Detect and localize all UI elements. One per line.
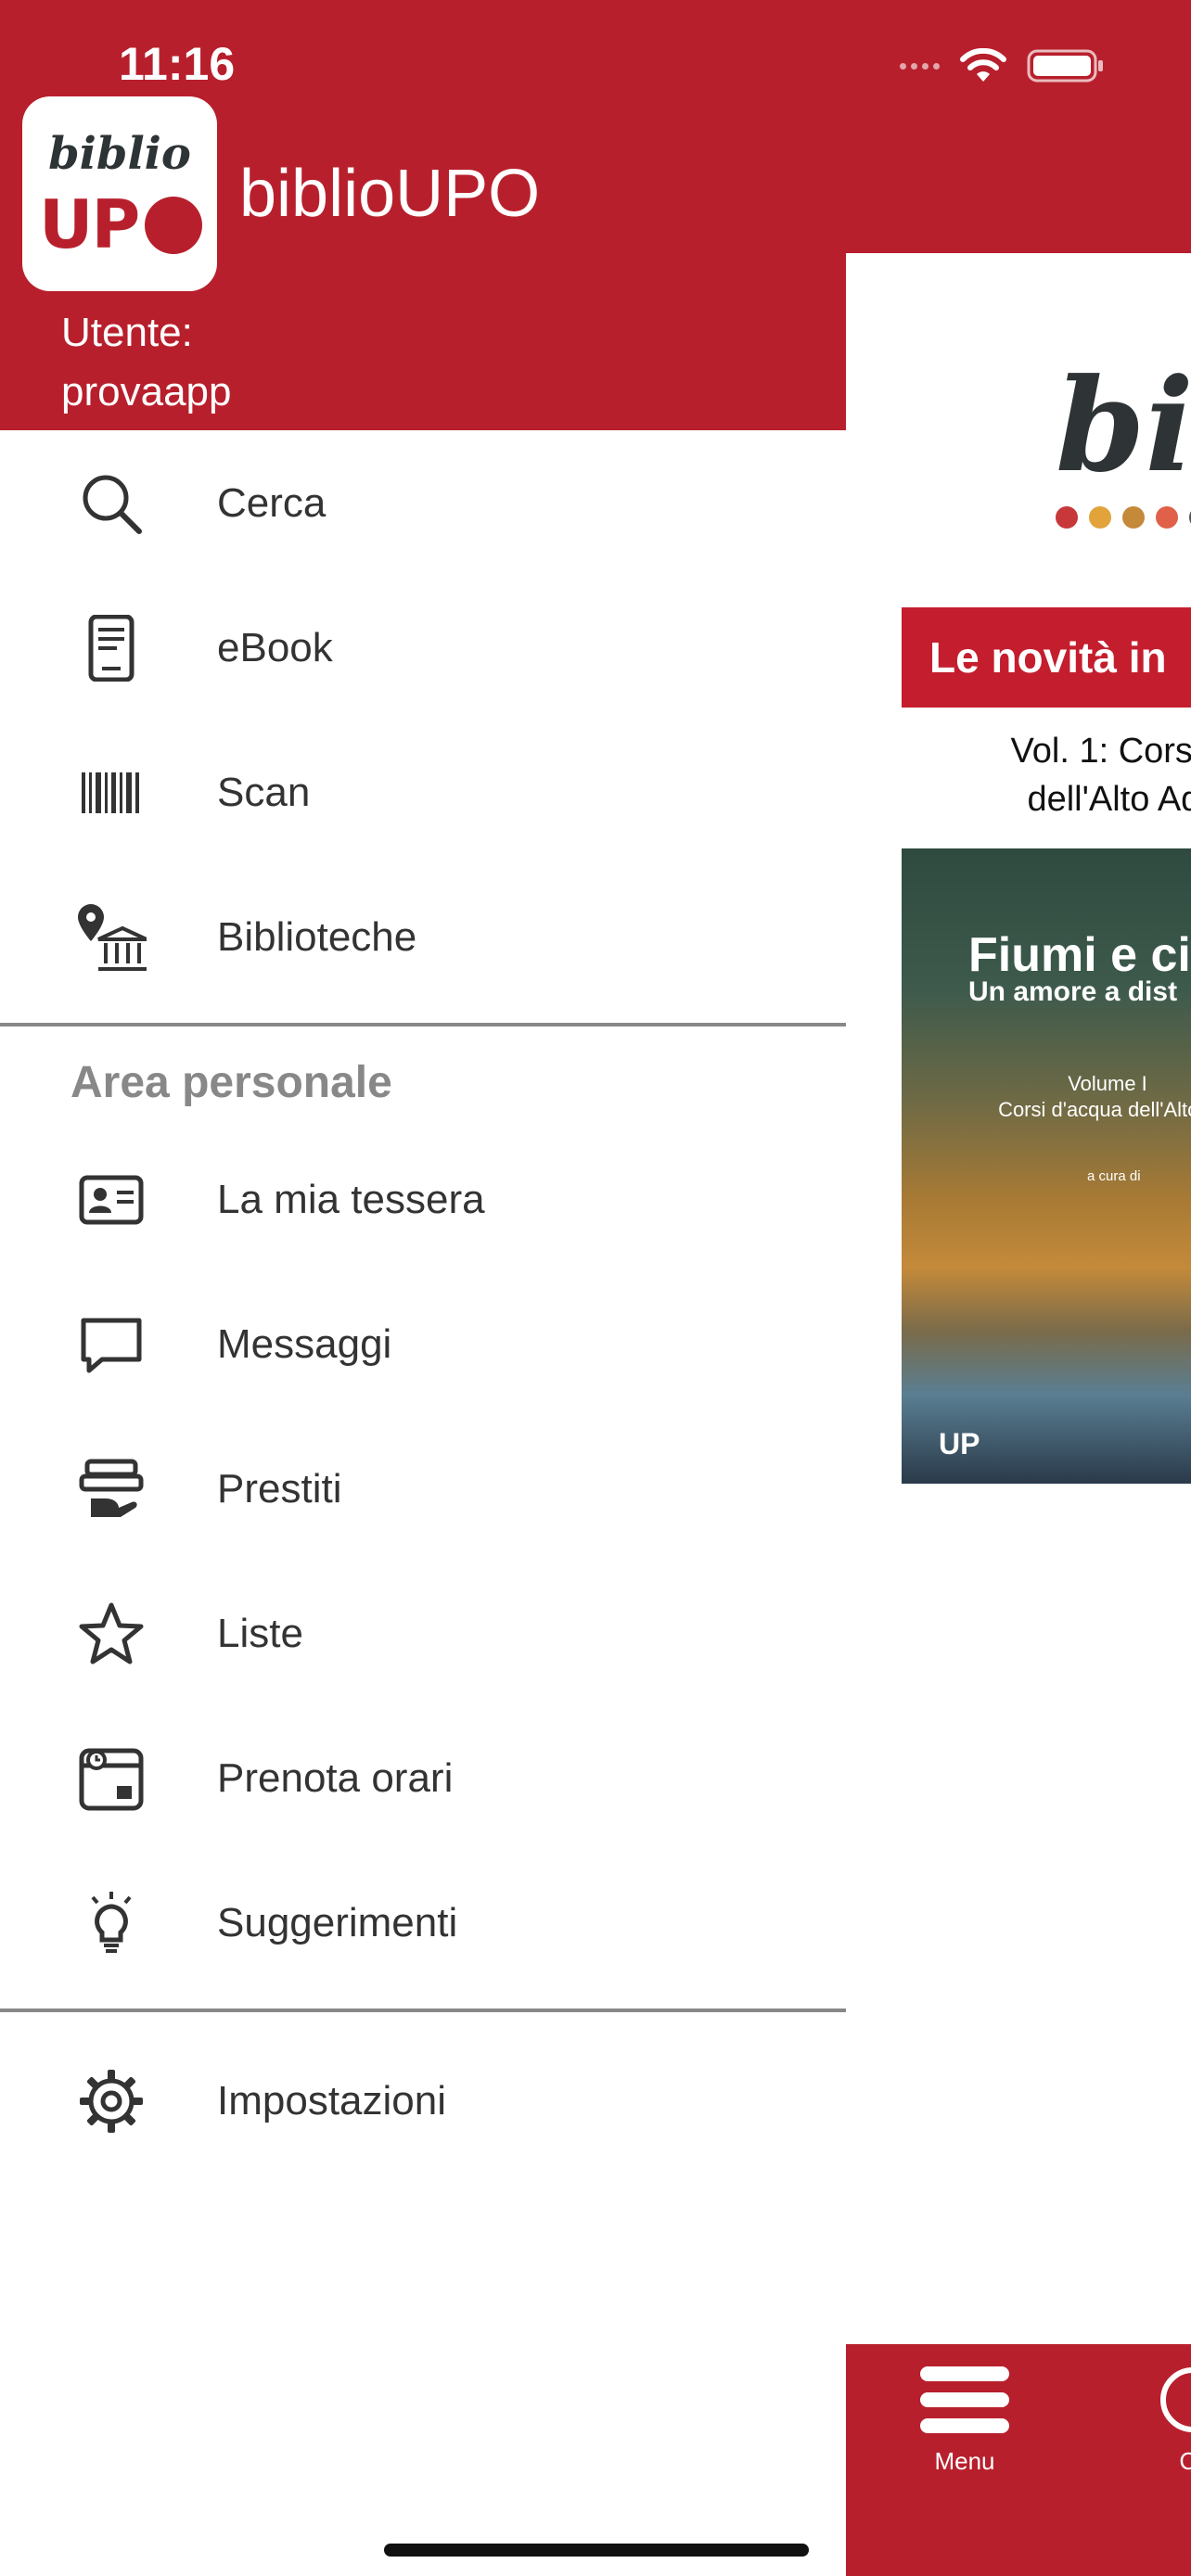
menu-item-biblioteche[interactable]: Biblioteche [0,865,846,1010]
menu-item-label: eBook [217,625,333,670]
gear-icon [76,2066,147,2136]
drawer-header: 11:16 biblio UP biblioUPO Utente: provaa… [0,0,846,430]
books-loan-icon [76,1454,147,1524]
menu-item-label: Messaggi [217,1321,392,1367]
calendar-clock-icon [76,1743,147,1814]
logo-o-circle [145,197,202,254]
logo-dot [1056,506,1078,529]
menu-item-label: Scan [217,770,311,815]
menu-item-cerca[interactable]: Cerca [0,431,846,576]
library-logo-text: bib [1056,350,1191,501]
id-card-icon [76,1165,147,1235]
menu-item-impostazioni[interactable]: Impostazioni [0,2029,846,2174]
wifi-icon [960,48,1006,82]
logo-dot [1089,506,1111,529]
book-cover-editor: a cura di [1087,1168,1141,1184]
menu-item-label: Cerca [217,480,327,526]
ebook-reader-icon [76,613,147,683]
menu-item-prenota-orari[interactable]: Prenota orari [0,1706,846,1851]
bottom-tab-bar: Menu Ce [846,2344,1191,2576]
navigation-drawer: 11:16 biblio UP biblioUPO Utente: provaa… [0,0,846,2576]
signal-icon [900,62,940,70]
user-name: provaapp [61,369,232,414]
menu-item-label: Biblioteche [217,914,417,960]
logo-dots [1056,506,1191,529]
menu-item-label: La mia tessera [217,1177,485,1222]
tab-menu[interactable]: Menu [920,2365,1009,2476]
search-icon [76,468,147,539]
news-caption[interactable]: Vol. 1: Corsi d'a dell'Alto Adria [902,727,1191,823]
volume-label: Volume I [1068,1072,1147,1095]
hamburger-menu-icon [920,2366,1009,2433]
main-header-bar [846,0,1191,253]
menu-item-label: Prestiti [217,1466,342,1511]
section-divider [0,2009,846,2012]
library-location-icon [76,902,147,973]
tab-label: Ce [1179,2447,1191,2475]
app-name: biblioUPO [239,157,541,231]
menu-item-liste[interactable]: Liste [0,1562,846,1706]
menu-item-scan[interactable]: Scan [0,721,846,865]
section-title-area-personale: Area personale [70,1058,392,1107]
book-cover-subtitle: Un amore a dist [968,976,1178,1007]
news-caption-line: Vol. 1: Corsi d'a [1010,732,1191,771]
logo-dot [1122,506,1145,529]
volume-desc: Corsi d'acqua dell'Alto A [998,1098,1191,1121]
news-banner[interactable]: Le novità in [902,607,1191,708]
star-icon [76,1599,147,1669]
news-caption-line: dell'Alto Adria [1027,780,1191,819]
menu-item-suggerimenti[interactable]: Suggerimenti [0,1851,846,1996]
logo-word-up: UP [39,185,140,263]
status-icons [900,48,1105,83]
app-logo: biblio UP [22,96,217,291]
barcode-icon [76,758,147,828]
menu-item-label: Suggerimenti [217,1900,458,1945]
menu-item-label: Impostazioni [217,2078,447,2123]
user-label: Utente: [61,310,193,355]
section-divider [0,1023,846,1027]
book-cover-image[interactable]: Fiumi e ci Un amore a dist Volume I Cors… [902,848,1191,1484]
logo-word-biblio: biblio [48,128,191,180]
message-icon [76,1309,147,1380]
search-icon [1160,2367,1191,2432]
book-cover-volume: Volume I Corsi d'acqua dell'Alto A [968,1071,1191,1123]
menu-item-messaggi[interactable]: Messaggi [0,1272,846,1417]
tab-label: Menu [934,2447,995,2475]
menu-item-label: Liste [217,1611,303,1656]
main-screen: bib Le novità in Vol. 1: Corsi d'a dell'… [846,0,1191,2576]
menu-item-prestiti[interactable]: Prestiti [0,1417,846,1562]
book-cover-title: Fiumi e ci [968,928,1191,982]
logo-dot [1156,506,1178,529]
publisher-mark: UP [939,1427,980,1460]
status-time: 11:16 [119,38,236,90]
tab-search[interactable]: Ce [1158,2365,1191,2476]
menu-item-ebook[interactable]: eBook [0,576,846,721]
battery-icon [1027,49,1103,83]
lightbulb-icon [76,1888,147,1958]
home-indicator[interactable] [384,2544,809,2557]
menu-item-la-mia-tessera[interactable]: La mia tessera [0,1128,846,1272]
menu-item-label: Prenota orari [217,1755,454,1801]
